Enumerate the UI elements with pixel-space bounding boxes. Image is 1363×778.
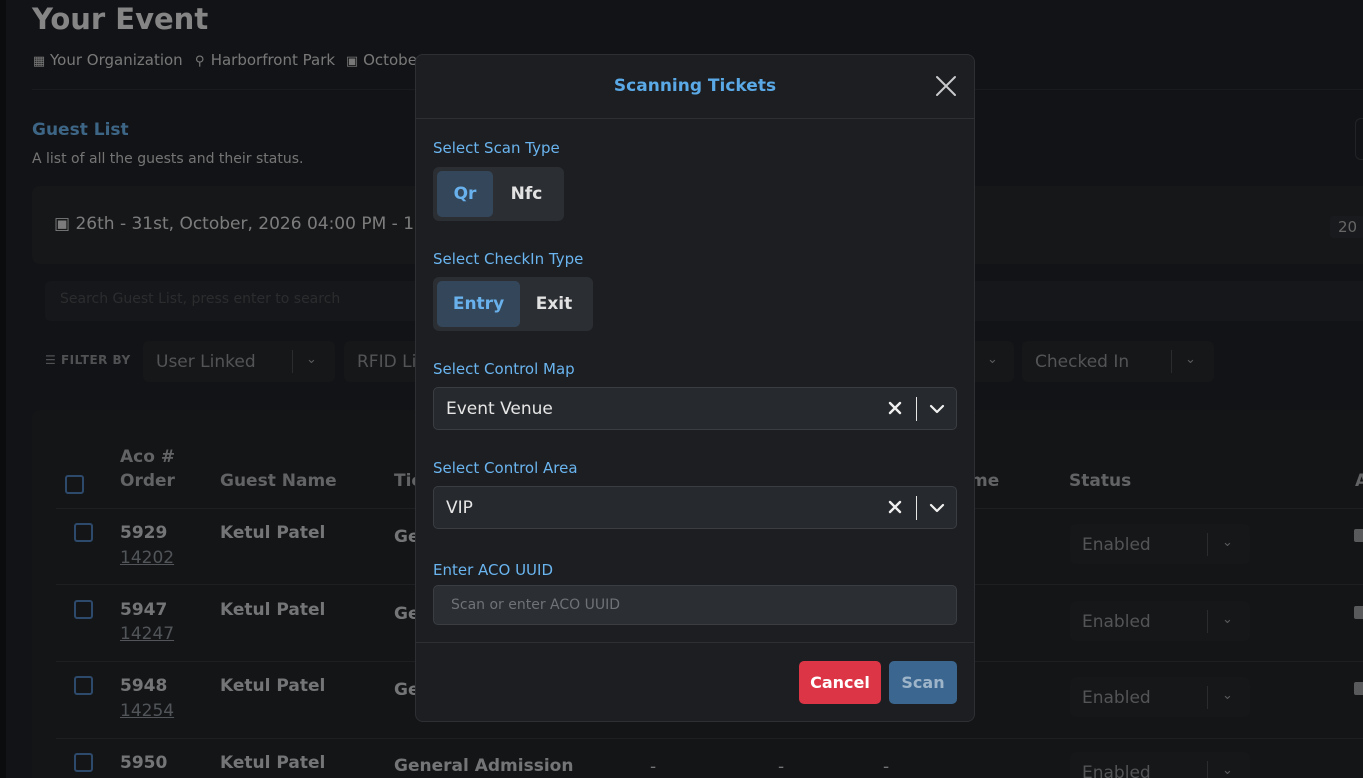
- separator: [916, 397, 917, 421]
- scan-type-toggle: Qr Nfc: [433, 167, 564, 221]
- clear-icon[interactable]: [886, 497, 904, 517]
- scan-type-nfc[interactable]: Nfc: [497, 171, 556, 217]
- control-map-label: Select Control Map: [433, 360, 575, 378]
- checkin-type-label: Select CheckIn Type: [433, 250, 584, 268]
- aco-uuid-input[interactable]: [433, 585, 957, 625]
- scan-type-label: Select Scan Type: [433, 139, 560, 157]
- cancel-button[interactable]: Cancel: [799, 661, 881, 704]
- separator: [916, 496, 917, 520]
- modal-footer-divider: [416, 642, 974, 643]
- scan-type-qr[interactable]: Qr: [437, 171, 493, 217]
- close-icon[interactable]: [934, 74, 958, 98]
- modal-title: Scanning Tickets: [613, 76, 777, 96]
- scan-button[interactable]: Scan: [889, 661, 957, 704]
- modal-header: Scanning Tickets: [416, 55, 974, 119]
- scanning-tickets-modal: Scanning Tickets Select Scan Type Qr Nfc…: [415, 54, 975, 722]
- checkin-type-toggle: Entry Exit: [433, 277, 593, 331]
- aco-uuid-label: Enter ACO UUID: [433, 561, 554, 579]
- checkin-type-entry[interactable]: Entry: [437, 281, 520, 327]
- control-map-select[interactable]: Event Venue: [433, 387, 957, 430]
- control-map-value: Event Venue: [446, 399, 553, 419]
- checkin-type-exit[interactable]: Exit: [522, 281, 586, 327]
- control-area-value: VIP: [446, 498, 473, 518]
- control-area-select[interactable]: VIP: [433, 486, 957, 529]
- chevron-down-icon[interactable]: [928, 499, 946, 517]
- control-area-label: Select Control Area: [433, 459, 578, 477]
- clear-icon[interactable]: [886, 398, 904, 418]
- chevron-down-icon[interactable]: [928, 400, 946, 418]
